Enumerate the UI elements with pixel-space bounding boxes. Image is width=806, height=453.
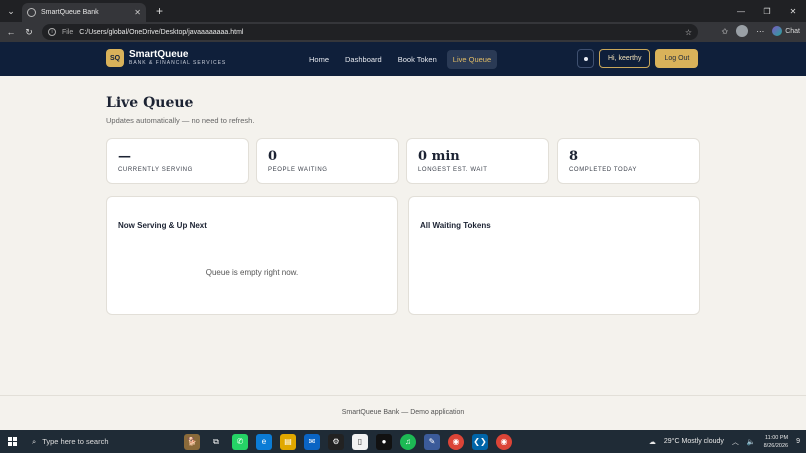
chrome-icon[interactable]: ◉	[448, 433, 464, 450]
whatsapp-icon[interactable]: ✆	[232, 433, 248, 450]
nav-dashboard[interactable]: Dashboard	[339, 50, 388, 69]
weather-icon: ☁	[648, 438, 656, 446]
app-navbar: SQ SmartQueue BANK & FINANCIAL SERVICES …	[0, 42, 806, 76]
tray-chevron-icon[interactable]: ︿	[732, 437, 739, 447]
page-title: Live Queue	[106, 95, 194, 111]
url-scheme: File	[62, 28, 74, 36]
mail-icon[interactable]: ✉	[304, 433, 320, 450]
browser-tab-bar: ⌄ SmartQueue Bank ✕ + — ❐ ✕	[0, 0, 806, 22]
back-icon[interactable]: ←	[4, 27, 18, 37]
more-menu-icon[interactable]: ⋯	[756, 27, 764, 36]
notepad-icon[interactable]: ✎	[424, 433, 440, 450]
info-icon[interactable]: i	[48, 28, 56, 36]
address-bar[interactable]: i File C:/Users/global/OneDrive/Desktop/…	[42, 24, 698, 40]
stat-people-waiting: 0 PEOPLE WAITING	[256, 138, 399, 184]
notification-badge[interactable]: 9	[796, 438, 800, 445]
theme-dot-icon	[583, 56, 588, 61]
clock[interactable]: 11:00 PM 8/26/2026	[764, 434, 788, 450]
panel-title: All Waiting Tokens	[420, 221, 491, 230]
theme-toggle-button[interactable]	[577, 49, 594, 68]
stat-value: 0 min	[418, 149, 460, 164]
task-view-icon[interactable]: ⧉	[208, 434, 224, 450]
nav-live-queue[interactable]: Live Queue	[446, 50, 498, 69]
url-text: C:/Users/global/OneDrive/Desktop/javaaaa…	[79, 28, 244, 36]
page-subtitle: Updates automatically — no need to refre…	[106, 116, 255, 125]
window-close-icon[interactable]: ✕	[780, 0, 806, 22]
volume-icon[interactable]: 🔈	[747, 438, 756, 446]
chrome-profile-icon[interactable]: ◉	[496, 433, 512, 450]
os-taskbar: ⌕ Type here to search 🐕 ⧉ ✆ e ▤ ✉ ⚙ ▯ ● …	[0, 430, 806, 453]
stat-value: 8	[569, 149, 579, 164]
taskbar-search[interactable]: ⌕ Type here to search	[24, 430, 174, 453]
user-greeting-button[interactable]: Hi, keerthy	[599, 49, 651, 68]
now-serving-panel: Now Serving & Up Next Queue is empty rig…	[106, 196, 398, 315]
waiting-tokens-panel: All Waiting Tokens	[408, 196, 700, 315]
file-explorer-icon[interactable]: ▤	[280, 433, 296, 450]
maximize-icon[interactable]: ❐	[754, 0, 780, 22]
nav-home[interactable]: Home	[303, 50, 335, 69]
browser-toolbar: ← ↻ i File C:/Users/global/OneDrive/Desk…	[0, 22, 806, 42]
browser-tab[interactable]: SmartQueue Bank ✕	[22, 3, 146, 22]
github-icon[interactable]: ●	[376, 433, 392, 450]
tab-menu-icon[interactable]: ⌄	[0, 0, 22, 22]
empty-queue-message: Queue is empty right now.	[205, 268, 299, 277]
brand-logo[interactable]: SQ SmartQueue BANK & FINANCIAL SERVICES	[106, 49, 226, 67]
stat-label: LONGEST EST. WAIT	[418, 167, 488, 173]
logo-badge: SQ	[106, 49, 124, 67]
clock-date: 8/26/2026	[763, 442, 789, 449]
new-tab-icon[interactable]: +	[156, 4, 163, 18]
page-footer: SmartQueue Bank — Demo application	[0, 395, 806, 430]
stat-currently-serving: — CURRENTLY SERVING	[106, 138, 249, 184]
brand-subtitle: BANK & FINANCIAL SERVICES	[129, 60, 227, 66]
tab-close-icon[interactable]: ✕	[134, 8, 141, 17]
windows-logo-icon	[7, 437, 17, 446]
header-actions: Hi, keerthy Log Out	[577, 49, 699, 68]
chat-label: Chat	[785, 27, 800, 35]
taskbar-search-placeholder: Type here to search	[42, 437, 109, 446]
window-controls: — ❐ ✕	[728, 0, 806, 22]
reload-icon[interactable]: ↻	[22, 27, 36, 38]
document-icon[interactable]: ▯	[352, 433, 368, 450]
settings-app-icon[interactable]: ⚙	[328, 433, 344, 450]
favorites-icon[interactable]: ✩	[722, 27, 729, 36]
vscode-icon[interactable]: ❮❯	[472, 433, 488, 450]
clock-time: 11:00 PM	[764, 434, 789, 441]
spotify-icon[interactable]: ♫	[400, 433, 416, 450]
stat-value: 0	[268, 149, 278, 164]
globe-icon	[27, 8, 36, 17]
edge-icon[interactable]: e	[256, 433, 272, 450]
stat-completed-today: 8 COMPLETED TODAY	[557, 138, 700, 184]
dog-widget-icon[interactable]: 🐕	[184, 433, 200, 450]
search-icon: ⌕	[32, 436, 37, 446]
nav-book-token[interactable]: Book Token	[392, 50, 443, 69]
tab-title: SmartQueue Bank	[41, 9, 99, 16]
taskbar-apps: 🐕 ⧉ ✆ e ▤ ✉ ⚙ ▯ ● ♫ ✎ ◉ ❮❯ ◉	[184, 433, 512, 450]
stat-value: —	[118, 149, 131, 164]
stat-longest-wait: 0 min LONGEST EST. WAIT	[406, 138, 549, 184]
bookmark-star-icon[interactable]: ☆	[685, 28, 692, 37]
logout-button[interactable]: Log Out	[655, 49, 699, 68]
profile-avatar-icon[interactable]	[736, 25, 749, 37]
panel-title: Now Serving & Up Next	[118, 221, 207, 230]
start-button[interactable]	[0, 430, 24, 453]
stat-label: COMPLETED TODAY	[569, 167, 638, 173]
minimize-icon[interactable]: —	[728, 0, 754, 22]
nav-links: Home Dashboard Book Token Live Queue	[303, 50, 498, 69]
brand-name: SmartQueue	[129, 49, 189, 60]
chat-button[interactable]: Chat	[772, 26, 800, 36]
weather-text[interactable]: 29°C Mostly cloudy	[664, 438, 724, 445]
system-tray: ☁ 29°C Mostly cloudy ︿ 🔈 11:00 PM 8/26/2…	[649, 430, 806, 453]
copilot-icon	[772, 26, 783, 36]
browser-right-controls: ✩ ⋯ Chat	[722, 25, 800, 37]
stat-label: CURRENTLY SERVING	[118, 167, 193, 173]
stat-label: PEOPLE WAITING	[268, 167, 328, 173]
